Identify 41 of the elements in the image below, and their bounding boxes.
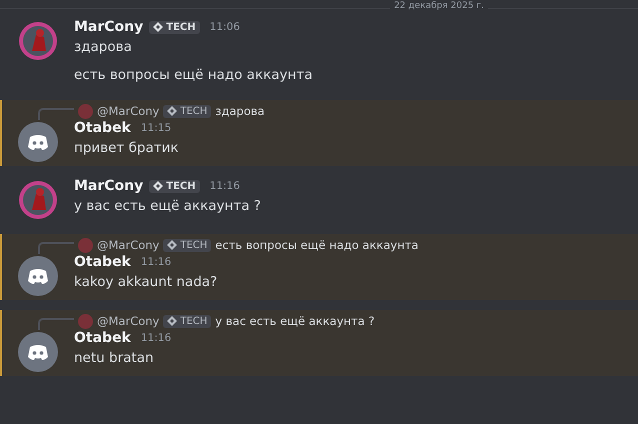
reply-text[interactable]: у вас есть ещё аккаунта ? <box>215 314 375 328</box>
role-tag: TECH <box>163 314 212 328</box>
username[interactable]: Otabek <box>74 120 131 136</box>
username[interactable]: MarCony <box>74 19 144 35</box>
message-text: здарова <box>74 38 133 57</box>
message-text: есть вопросы ещё надо аккаунта <box>74 66 312 85</box>
avatar-thumbnail <box>78 104 93 118</box>
avatar-icon[interactable] <box>18 256 58 296</box>
timestamp: 11:16 <box>210 180 240 192</box>
reply-text[interactable]: здарова <box>215 104 265 118</box>
username[interactable]: Otabek <box>74 254 131 270</box>
diamond-icon <box>167 240 178 250</box>
diamond-icon <box>167 106 178 116</box>
avatar-thumbnail <box>78 314 93 328</box>
reply-text[interactable]: есть вопросы ещё надо аккаунта <box>215 238 418 252</box>
role-tag: TECH <box>163 104 212 118</box>
message-text: kakoy akkaunt nada? <box>74 273 218 292</box>
avatar-thumbnail <box>78 238 93 252</box>
diamond-icon <box>153 22 164 32</box>
reply-connector <box>38 108 74 120</box>
avatar-icon[interactable] <box>18 332 58 372</box>
reply-connector <box>38 242 74 254</box>
timestamp: 11:16 <box>140 256 172 268</box>
role-tag: TECH <box>163 238 212 252</box>
reply-author[interactable]: @MarCony <box>97 104 160 118</box>
role-tag: TECH <box>149 180 200 192</box>
username[interactable]: Otabek <box>74 330 131 346</box>
timestamp: 11:06 <box>210 21 240 33</box>
reply-author[interactable]: @MarCony <box>97 314 160 328</box>
role-tag: TECH <box>149 20 200 34</box>
diamond-icon <box>153 181 164 191</box>
message-text: у вас есть ещё аккаунта ? <box>74 197 261 216</box>
username[interactable]: MarCony <box>74 178 144 194</box>
diamond-icon <box>167 316 178 326</box>
avatar-icon[interactable] <box>18 122 58 162</box>
message-text: привет братик <box>74 139 179 158</box>
reply-connector <box>38 318 74 330</box>
message-text: netu bratan <box>74 349 155 368</box>
reply-author[interactable]: @MarCony <box>97 238 160 252</box>
timestamp: 11:16 <box>140 332 172 344</box>
timestamp: 11:15 <box>140 122 172 134</box>
